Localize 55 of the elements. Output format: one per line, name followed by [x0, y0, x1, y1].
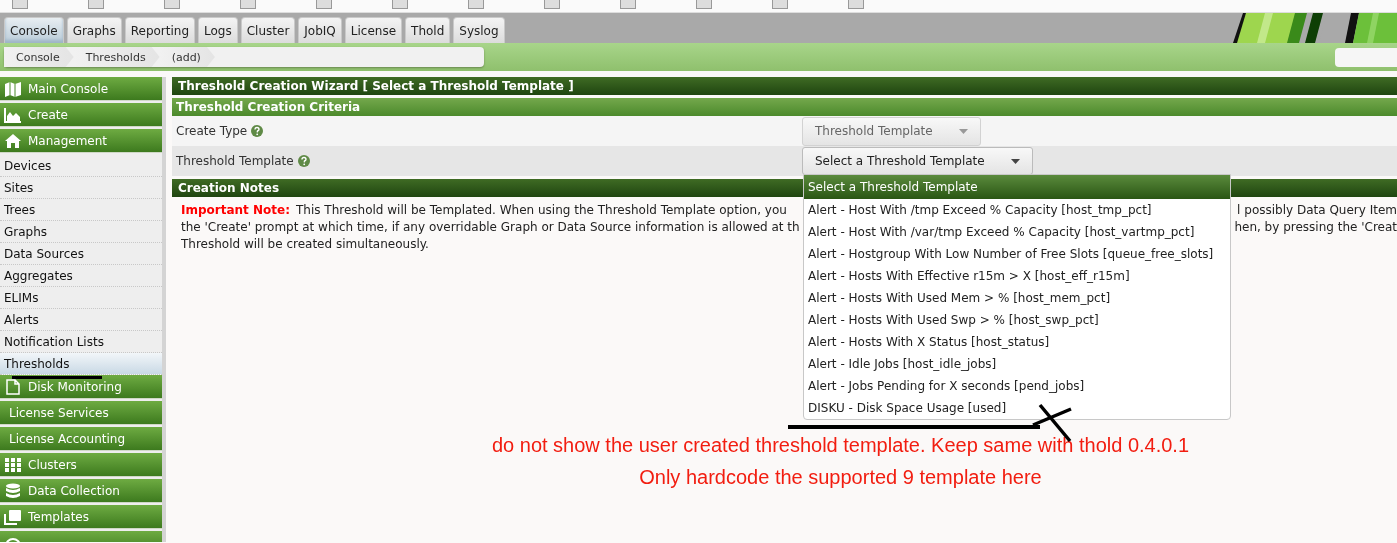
sidebar-item[interactable]: Sites: [0, 177, 162, 199]
sidebar-section[interactable]: Main Console: [0, 77, 162, 101]
annotation-text: Only hardcode the supported 9 template here: [639, 465, 1042, 489]
nav-tab[interactable]: Graphs: [66, 17, 122, 43]
dropdown-option[interactable]: Select a Threshold Template: [804, 175, 1230, 199]
sidebar-section[interactable]: Templates: [0, 505, 162, 529]
note-text: hen, by pressing the 'Creat: [1234, 219, 1397, 236]
nav-tab[interactable]: License: [344, 17, 403, 43]
sidebar-section[interactable]: License Accounting: [0, 427, 162, 451]
breadcrumb-link[interactable]: (add): [159, 47, 215, 67]
sidebar-item[interactable]: Alerts: [0, 309, 162, 331]
nav-tab[interactable]: Logs: [198, 17, 238, 43]
note-text: Threshold will be created simultaneously.: [181, 236, 429, 253]
field-label: Threshold Template: [176, 154, 294, 168]
dropdown-option[interactable]: Alert - Hostgroup With Low Number of Free Slots [queue_free_slots]: [804, 243, 1230, 265]
dropdown-option[interactable]: Alert - Hosts With X Status [host_status]: [804, 331, 1230, 353]
sidebar-item[interactable]: Trees: [0, 199, 162, 221]
sidebar-section[interactable]: Create: [0, 103, 162, 127]
note-text: the 'Create' prompt at which time, if any overridable Graph or Data Source information is allowed at th: [181, 219, 800, 236]
note-text: This Threshold will be Templated. When using the Threshold Template option, you: [296, 202, 787, 219]
dropdown-option[interactable]: DISKU - Disk Space Usage [used]: [804, 397, 1230, 419]
sidebar-item[interactable]: Thresholds: [0, 353, 162, 375]
sidebar-section[interactable]: Management: [0, 129, 162, 153]
sidebar-section[interactable]: Disk Monitoring: [0, 375, 162, 399]
nav-tab[interactable]: Cluster: [240, 17, 296, 43]
dropdown-option[interactable]: Alert - Hosts With Used Mem > % [host_mem_pct]: [804, 287, 1230, 309]
sidebar-item[interactable]: Graphs: [0, 221, 162, 243]
section-header: Threshold Creation Criteria: [172, 98, 1397, 116]
wizard-title: Threshold Creation Wizard [ Select a Threshold Template ]: [172, 77, 1397, 95]
dropdown-option[interactable]: Alert - Host With /tmp Exceed % Capacity [host_tmp_pct]: [804, 199, 1230, 221]
dropdown-option[interactable]: Alert - Hosts With Effective r15m > X [host_eff_r15m]: [804, 265, 1230, 287]
note-label: Important Note:: [181, 202, 290, 219]
dropdown-option[interactable]: Alert - Hosts With Used Swp > % [host_swp_pct]: [804, 309, 1230, 331]
sidebar-section[interactable]: License Services: [0, 401, 162, 425]
breadcrumb-link[interactable]: Console: [4, 47, 74, 67]
breadcrumb-link[interactable]: Thresholds: [73, 47, 160, 67]
nav-tab[interactable]: Reporting: [124, 17, 196, 43]
dropdown-option[interactable]: Alert - Host With /var/tmp Exceed % Capacity [host_vartmp_pct]: [804, 221, 1230, 243]
field-label: Create Type: [176, 124, 248, 138]
nav-tab[interactable]: Syslog: [453, 17, 505, 43]
nav-tab[interactable]: JobIQ: [298, 17, 342, 43]
sidebar-item[interactable]: Aggregates: [0, 265, 162, 287]
sidebar-section[interactable]: Clusters: [0, 453, 162, 477]
nav-tab[interactable]: Console: [4, 17, 64, 43]
sidebar-item[interactable]: Data Sources: [0, 243, 162, 265]
dropdown-select[interactable]: Select a Threshold Template: [802, 147, 1033, 175]
sidebar-section[interactable]: Data Collection: [0, 479, 162, 503]
dropdown-option[interactable]: Alert - Jobs Pending for X seconds [pend_jobs]: [804, 375, 1230, 397]
sidebar-item[interactable]: Devices: [0, 155, 162, 177]
dropdown-option[interactable]: Alert - Idle Jobs [host_idle_jobs]: [804, 353, 1230, 375]
dropdown-select: Threshold Template: [802, 116, 981, 146]
annotation-text: do not show the user created threshold template. Keep same with thold 0.4.0.1: [491, 433, 1190, 457]
sidebar-item[interactable]: ELIMs: [0, 287, 162, 309]
nav-tab[interactable]: Thold: [405, 17, 451, 43]
note-text: l possibly Data Query Item: [1237, 202, 1397, 219]
